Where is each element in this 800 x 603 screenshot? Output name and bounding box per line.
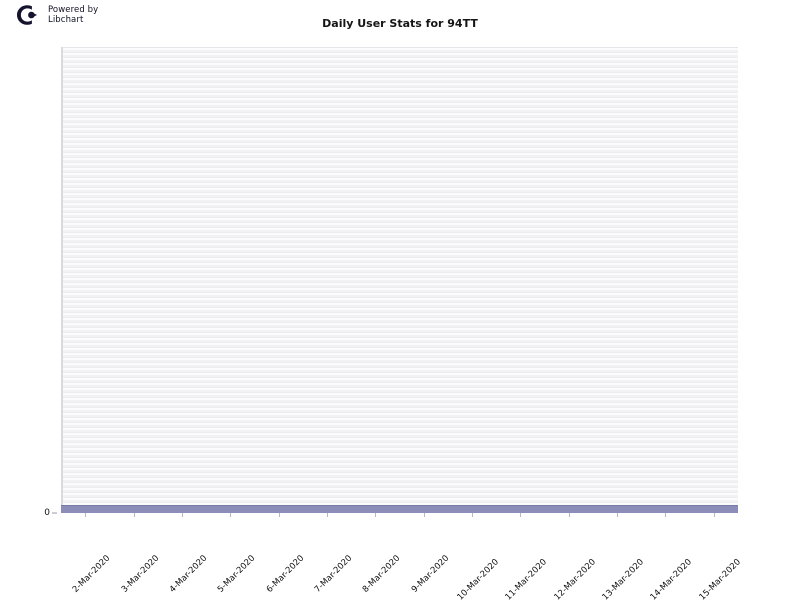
x-axis-tick-label-text: 9-Mar-2020 xyxy=(409,553,451,595)
x-axis-tick-mark xyxy=(713,513,715,517)
y-axis-tick-mark xyxy=(52,512,57,514)
x-axis-tick-mark xyxy=(423,513,425,517)
x-axis-tick-label-text: 10-Mar-2020 xyxy=(455,557,501,603)
x-axis-tick-mark xyxy=(133,513,135,517)
zero-value-band xyxy=(61,506,738,513)
x-axis-tick-mark xyxy=(472,513,474,517)
x-axis-tick-label-text: 4-Mar-2020 xyxy=(167,553,210,595)
data-series-bars xyxy=(61,47,738,513)
x-axis-tick-mark xyxy=(278,513,280,517)
x-axis: 2-Mar-2020 3-Mar-2020 4-Mar-2020 5-Mar-2020… xyxy=(61,513,743,603)
x-axis-tick-mark xyxy=(230,513,232,517)
x-axis-tick-label-text: 14-Mar-2020 xyxy=(649,557,695,603)
x-axis-tick-label: 10-Mar-2020 xyxy=(456,519,539,602)
plot-area xyxy=(61,47,738,513)
x-axis-tick-mark xyxy=(375,513,377,517)
x-axis-tick-label: 15-Mar-2020 xyxy=(697,519,781,602)
x-axis-tick-label: 5-Mar-2020 xyxy=(216,519,292,594)
x-axis-tick-label: 7-Mar-2020 xyxy=(313,519,388,594)
x-axis-tick-label: 8-Mar-2020 xyxy=(361,519,437,594)
x-axis-tick-mark xyxy=(85,513,87,517)
y-axis-tick-label: 0 xyxy=(44,508,50,518)
x-axis-tick-label-text: 6-Mar-2020 xyxy=(264,553,306,595)
x-axis-tick-mark xyxy=(181,513,183,517)
y-axis: 0 xyxy=(0,0,61,518)
x-axis-tick-label: 9-Mar-2020 xyxy=(410,519,485,594)
x-axis-tick-label-text: 15-Mar-2020 xyxy=(697,557,743,603)
x-axis-tick-label: 11-Mar-2020 xyxy=(504,519,587,602)
x-axis-tick-label: 6-Mar-2020 xyxy=(264,519,340,594)
x-axis-tick-label: 3-Mar-2020 xyxy=(119,519,195,594)
x-axis-tick-mark xyxy=(665,513,667,517)
x-axis-tick-label: 13-Mar-2020 xyxy=(601,519,684,602)
x-axis-tick-label-text: 13-Mar-2020 xyxy=(600,557,647,603)
x-axis-tick-label: 12-Mar-2020 xyxy=(552,519,636,602)
x-axis-tick-label-text: 11-Mar-2020 xyxy=(503,557,550,603)
x-axis-tick-mark xyxy=(326,513,328,517)
x-axis-tick-label-text: 7-Mar-2020 xyxy=(312,553,355,595)
x-axis-tick-label-text: 8-Mar-2020 xyxy=(361,553,403,595)
x-axis-tick-mark xyxy=(520,513,522,517)
x-axis-tick-label-text: 2-Mar-2020 xyxy=(71,553,113,595)
chart-title: Daily User Stats for 94TT xyxy=(322,17,478,30)
x-axis-tick-label: 2-Mar-2020 xyxy=(71,519,146,594)
x-axis-tick-label: 14-Mar-2020 xyxy=(649,519,732,602)
x-axis-tick-mark xyxy=(568,513,570,517)
x-axis-tick-label-text: 12-Mar-2020 xyxy=(552,557,598,603)
x-axis-tick-mark xyxy=(617,513,619,517)
x-axis-tick-label-text: 5-Mar-2020 xyxy=(216,553,258,595)
x-axis-tick-label: 4-Mar-2020 xyxy=(168,519,243,594)
x-axis-tick-label-text: 3-Mar-2020 xyxy=(119,553,161,595)
